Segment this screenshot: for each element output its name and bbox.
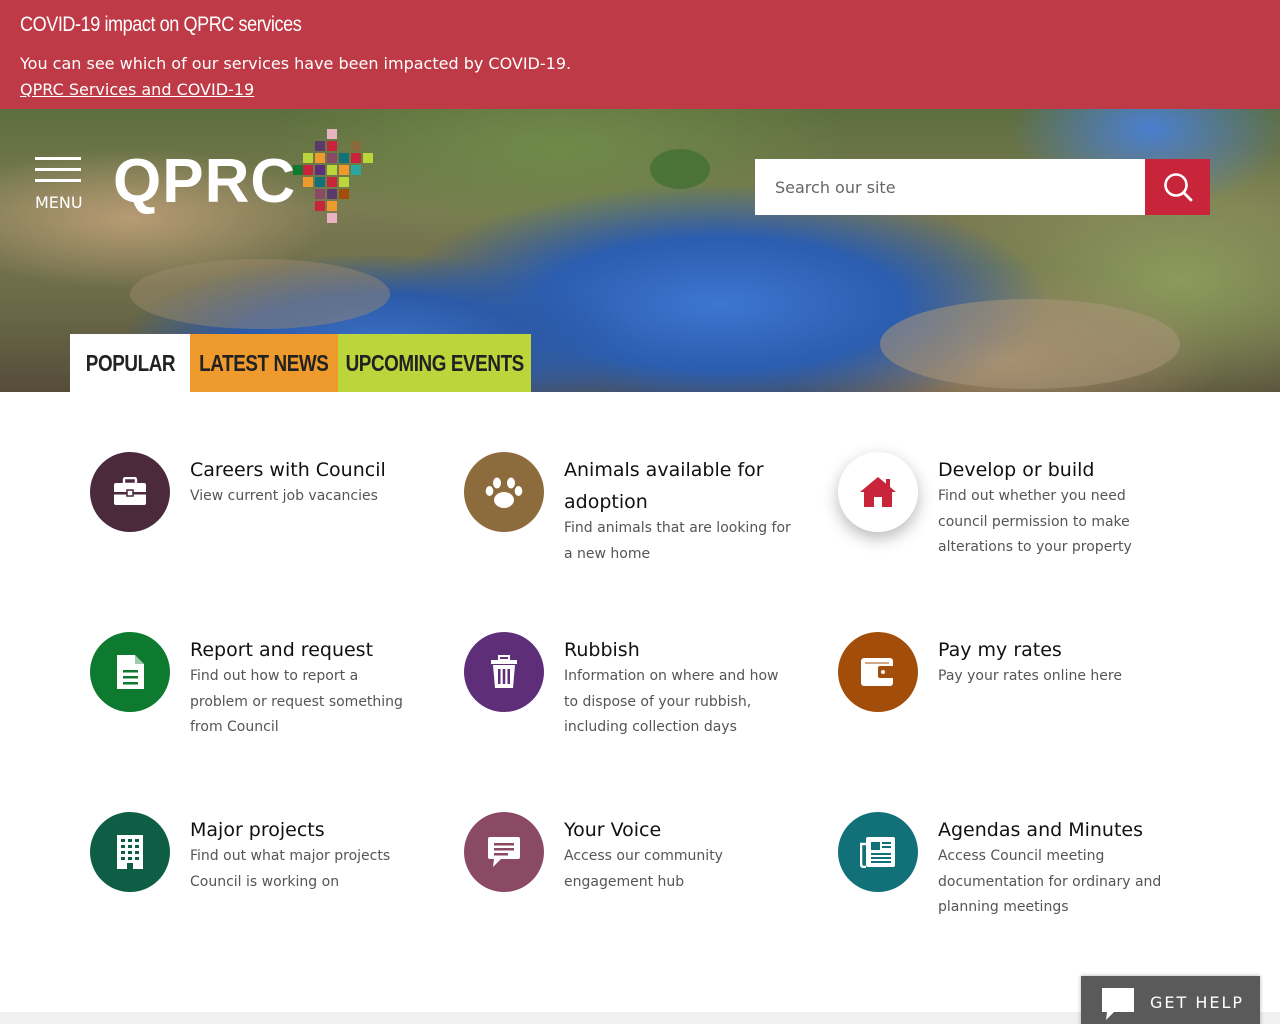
wallet-icon	[838, 632, 918, 712]
tab-label: LATEST NEWS	[199, 349, 329, 376]
paw-icon	[464, 452, 544, 532]
logo-text: QPRC	[113, 147, 297, 216]
search-icon	[1163, 173, 1192, 202]
get-help-label: GET HELP	[1150, 993, 1245, 1012]
covid-services-link[interactable]: QPRC Services and COVID-19	[20, 79, 254, 101]
card-your-voice[interactable]: Your Voice Access our community engageme…	[464, 812, 804, 962]
document-icon	[90, 632, 170, 712]
card-develop-build[interactable]: Develop or build Find out whether you ne…	[838, 452, 1178, 602]
card-description: Information on where and how to dispose …	[564, 668, 779, 735]
card-title: Animals available for adoption	[564, 459, 764, 513]
building-icon	[90, 812, 170, 892]
tab-upcoming-events[interactable]: UPCOMING EVENTS	[338, 334, 531, 392]
tab-latest-news[interactable]: LATEST NEWS	[190, 334, 338, 392]
tab-label: UPCOMING EVENTS	[345, 349, 524, 376]
search-button[interactable]	[1145, 159, 1210, 215]
card-careers[interactable]: Careers with Council View current job va…	[90, 452, 430, 602]
card-description: View current job vacancies	[190, 488, 378, 504]
hamburger-icon	[35, 157, 81, 160]
hero-banner: MENU QPRC Search our site POPULAR LATEST…	[0, 109, 1280, 392]
house-icon	[838, 452, 918, 532]
card-description: Find out what major projects Council is …	[190, 848, 391, 890]
card-agendas-minutes[interactable]: Agendas and Minutes Access Council meeti…	[838, 812, 1178, 962]
hero-rock	[130, 259, 390, 329]
card-description: Access our community engagement hub	[564, 848, 723, 890]
card-title: Agendas and Minutes	[938, 819, 1144, 841]
card-title: Rubbish	[564, 639, 640, 661]
card-pay-rates[interactable]: Pay my rates Pay your rates online here	[838, 632, 1178, 782]
speech-bubble-icon	[1102, 988, 1134, 1020]
card-major-projects[interactable]: Major projects Find out what major proje…	[90, 812, 430, 962]
chat-icon	[464, 812, 544, 892]
tab-label: POPULAR	[85, 349, 175, 376]
card-rubbish[interactable]: Rubbish Information on where and how to …	[464, 632, 804, 782]
card-title: Careers with Council	[190, 459, 386, 481]
card-description: Access Council meeting documentation for…	[938, 848, 1162, 915]
card-description: Find out how to report a problem or requ…	[190, 668, 403, 735]
card-title: Develop or build	[938, 459, 1095, 481]
card-description: Find animals that are looking for a new …	[564, 520, 791, 562]
site-search	[755, 159, 1210, 215]
menu-label: MENU	[35, 193, 83, 212]
card-title: Major projects	[190, 819, 325, 841]
content-tabs: POPULAR LATEST NEWS UPCOMING EVENTS	[70, 334, 531, 392]
newspaper-icon	[838, 812, 918, 892]
covid-alert-banner: COVID-19 impact on QPRC services You can…	[0, 0, 1280, 109]
card-title: Report and request	[190, 639, 374, 661]
card-description: Find out whether you need council permis…	[938, 488, 1132, 555]
bin-icon	[464, 632, 544, 712]
hamburger-icon	[35, 168, 81, 171]
qprc-logo[interactable]: QPRC	[113, 129, 383, 224]
card-animals[interactable]: Animals available for adoption Find anim…	[464, 452, 804, 602]
card-description: Pay your rates online here	[938, 668, 1122, 684]
logo-mosaic-icon	[293, 129, 373, 223]
hamburger-icon	[35, 179, 81, 182]
menu-button[interactable]: MENU	[35, 157, 83, 217]
alert-title: COVID-19 impact on QPRC services	[20, 13, 302, 36]
card-title: Pay my rates	[938, 639, 1062, 661]
card-title: Your Voice	[564, 819, 662, 841]
alert-text: You can see which of our services have b…	[20, 54, 572, 73]
hero-bush	[650, 149, 710, 189]
hero-rock	[880, 299, 1180, 389]
briefcase-icon	[90, 452, 170, 532]
tab-popular[interactable]: POPULAR	[70, 334, 190, 392]
card-report-request[interactable]: Report and request Find out how to repor…	[90, 632, 430, 782]
search-input[interactable]	[755, 159, 1145, 215]
get-help-button[interactable]: GET HELP	[1081, 976, 1260, 1024]
